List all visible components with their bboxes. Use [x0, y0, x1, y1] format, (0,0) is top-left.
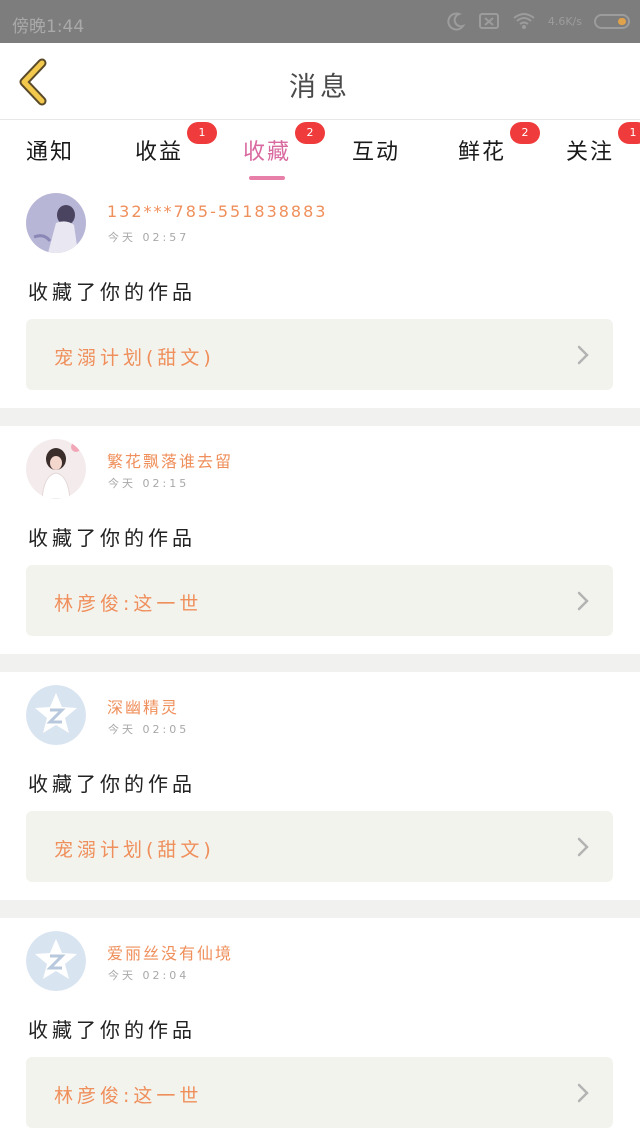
user-name[interactable]: 爱丽丝没有仙境	[107, 940, 233, 964]
message-time: 今天 02:05	[108, 723, 190, 736]
message-item: 深幽精灵 今天 02:05 收藏了你的作品 宠溺计划(甜文)	[0, 672, 640, 900]
message-time: 今天 02:57	[108, 231, 190, 244]
battery-icon	[594, 13, 630, 29]
work-title: 林彦俊:这一世	[54, 1085, 203, 1107]
work-card[interactable]: 宠溺计划(甜文)	[26, 811, 613, 882]
unread-badge: 1	[618, 122, 640, 144]
message-time: 今天 02:04	[108, 969, 190, 982]
chevron-right-icon	[577, 837, 589, 857]
message-item: 爱丽丝没有仙境 今天 02:04 收藏了你的作品 林彦俊:这一世	[0, 918, 640, 1146]
tab-label: 收藏	[243, 140, 292, 165]
work-title: 宠溺计划(甜文)	[54, 347, 215, 369]
avatar[interactable]	[26, 931, 86, 991]
tab-label: 收益	[135, 140, 184, 165]
action-text: 收藏了你的作品	[28, 280, 196, 304]
network-speed: 4.6K/s	[547, 14, 582, 28]
wifi-icon	[513, 13, 535, 29]
status-bar: 傍晚1:44 4.6K/s	[0, 0, 640, 43]
work-card[interactable]: 林彦俊:这一世	[26, 565, 613, 636]
chevron-right-icon	[577, 1083, 589, 1103]
avatar[interactable]	[26, 193, 86, 253]
user-name[interactable]: 繁花飘落谁去留	[107, 448, 233, 472]
header: 消息	[0, 43, 640, 120]
tab-label: 关注	[566, 140, 615, 165]
avatar[interactable]	[26, 685, 86, 745]
unread-badge: 1	[187, 122, 218, 144]
message-item: 132***785-551838883 今天 02:57 收藏了你的作品 宠溺计…	[0, 180, 640, 408]
user-name[interactable]: 深幽精灵	[107, 694, 179, 718]
status-time: 傍晚1:44	[12, 17, 85, 37]
work-card[interactable]: 林彦俊:这一世	[26, 1057, 613, 1128]
page-title: 消息	[289, 72, 351, 103]
message-item: 繁花飘落谁去留 今天 02:15 收藏了你的作品 林彦俊:这一世	[0, 426, 640, 654]
action-text: 收藏了你的作品	[28, 772, 196, 796]
status-icons: 4.6K/s	[446, 10, 630, 32]
tab-earnings[interactable]: 收益 1	[135, 122, 218, 176]
tab-following[interactable]: 关注 1	[566, 122, 640, 176]
tab-label: 互动	[352, 140, 401, 165]
chevron-right-icon	[577, 345, 589, 365]
tab-label: 通知	[26, 140, 75, 165]
divider	[0, 654, 640, 672]
work-title: 宠溺计划(甜文)	[54, 839, 215, 861]
tab-label: 鲜花	[458, 140, 507, 165]
unread-badge: 2	[295, 122, 326, 144]
tab-interactions[interactable]: 互动	[352, 128, 400, 176]
action-text: 收藏了你的作品	[28, 526, 196, 550]
moon-icon	[447, 12, 466, 31]
no-sim-icon	[478, 13, 499, 29]
tab-notifications[interactable]: 通知	[26, 128, 74, 176]
tab-flowers[interactable]: 鲜花 2	[458, 122, 541, 176]
unread-badge: 2	[510, 122, 541, 144]
avatar[interactable]	[26, 439, 86, 499]
divider	[0, 408, 640, 426]
user-name[interactable]: 132***785-551838883	[107, 202, 327, 221]
message-time: 今天 02:15	[108, 477, 190, 490]
tab-favorites[interactable]: 收藏 2	[243, 122, 326, 180]
action-text: 收藏了你的作品	[28, 1018, 196, 1042]
divider	[0, 900, 640, 918]
chevron-right-icon	[577, 591, 589, 611]
message-list: 132***785-551838883 今天 02:57 收藏了你的作品 宠溺计…	[0, 180, 640, 1146]
work-card[interactable]: 宠溺计划(甜文)	[26, 319, 613, 390]
work-title: 林彦俊:这一世	[54, 593, 203, 615]
tab-bar: 通知 收益 1 收藏 2 互动 鲜花 2 关注 1	[0, 120, 640, 180]
